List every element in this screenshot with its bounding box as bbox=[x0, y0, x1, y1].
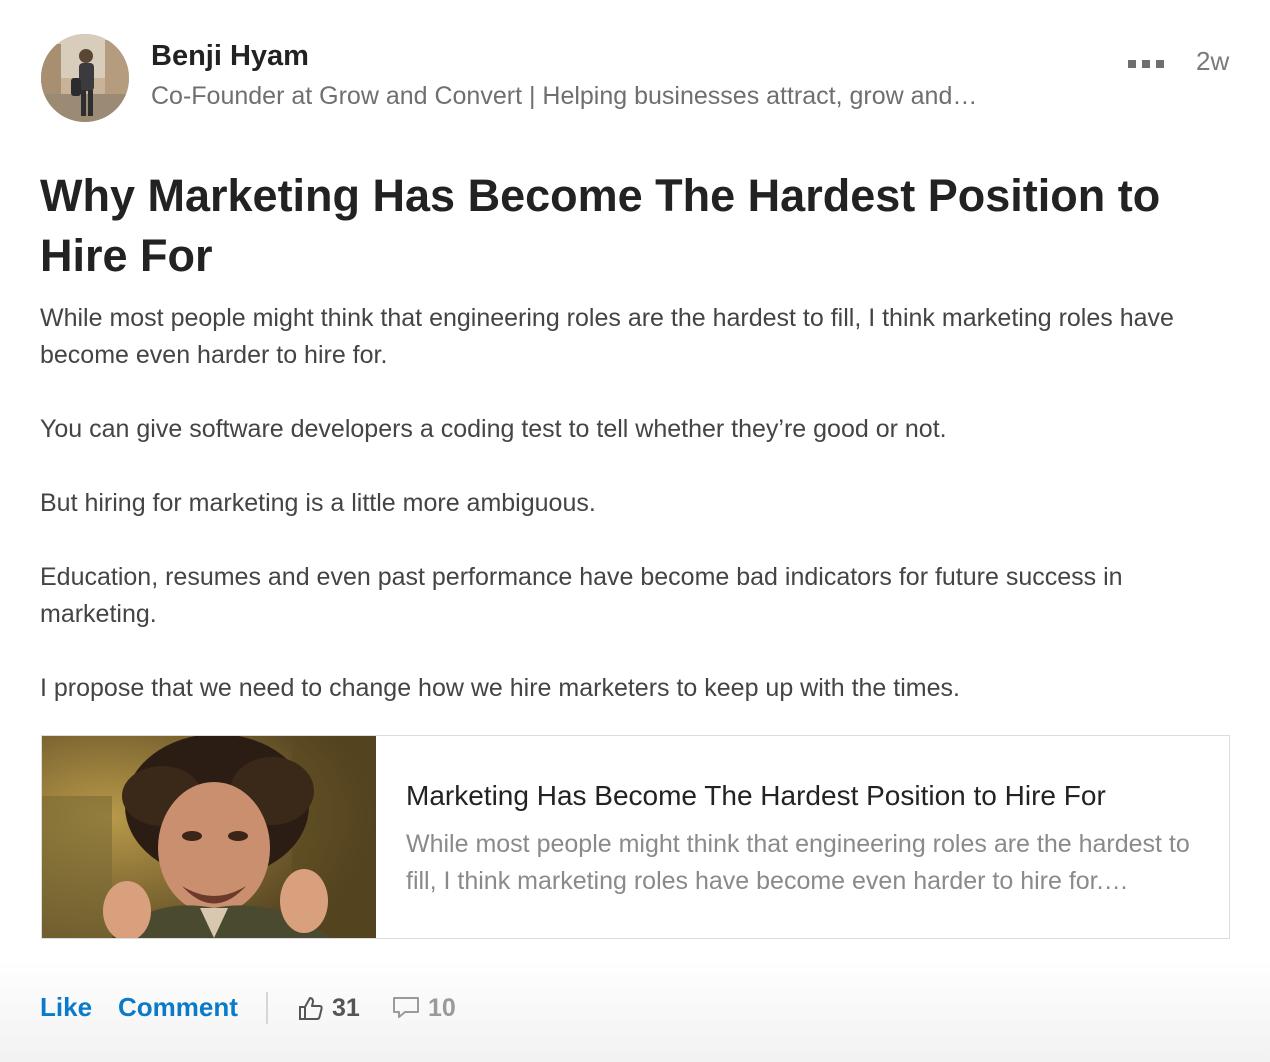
more-dot bbox=[1128, 60, 1136, 68]
post-title[interactable]: Why Marketing Has Become The Hardest Pos… bbox=[40, 166, 1235, 286]
more-dot bbox=[1156, 60, 1164, 68]
post-paragraph: I propose that we need to change how we … bbox=[40, 674, 960, 702]
post-body: While most people might think that engin… bbox=[40, 300, 1240, 744]
thumbnail-photo bbox=[42, 736, 376, 938]
link-preview-description: While most people might think that engin… bbox=[406, 830, 1190, 895]
more-options-icon[interactable] bbox=[1128, 54, 1176, 74]
author-avatar[interactable] bbox=[41, 34, 129, 122]
thumbs-up-icon bbox=[299, 997, 323, 1020]
feed-post: Benji Hyam Co-Founder at Grow and Conver… bbox=[0, 0, 1270, 1062]
comment-button[interactable]: Comment bbox=[118, 992, 238, 1023]
likes-count-stat[interactable]: 31 bbox=[298, 992, 360, 1024]
author-headline: Co-Founder at Grow and Convert | Helping… bbox=[151, 82, 978, 110]
like-button[interactable]: Like bbox=[40, 992, 92, 1023]
link-preview-title: Marketing Has Become The Hardest Positio… bbox=[406, 780, 1106, 811]
author-name[interactable]: Benji Hyam bbox=[151, 40, 309, 73]
post-paragraph: You can give software developers a codin… bbox=[40, 415, 947, 443]
post-paragraph: But hiring for marketing is a little mor… bbox=[40, 489, 596, 517]
comments-count-stat[interactable]: 10 bbox=[392, 992, 456, 1024]
link-preview-thumbnail bbox=[42, 736, 376, 938]
footer-divider bbox=[266, 992, 268, 1024]
avatar-photo bbox=[41, 34, 129, 122]
post-age: 2w bbox=[1196, 46, 1230, 76]
post-paragraph: While most people might think that engin… bbox=[40, 304, 1174, 369]
post-paragraph: Education, resumes and even past perform… bbox=[40, 563, 1123, 628]
comments-count: 10 bbox=[428, 993, 456, 1022]
comment-bubble-icon bbox=[393, 997, 419, 1018]
more-dot bbox=[1142, 60, 1150, 68]
likes-count: 31 bbox=[332, 993, 360, 1022]
link-preview-card[interactable]: Marketing Has Become The Hardest Positio… bbox=[41, 735, 1230, 939]
